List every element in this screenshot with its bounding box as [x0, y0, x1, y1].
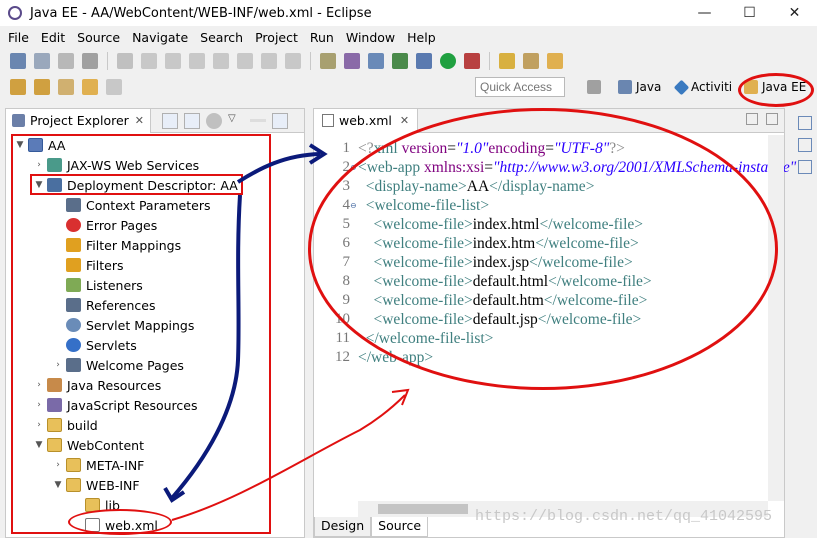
editor-bottom-tabs: Design Source — [314, 517, 429, 537]
link-with-editor-icon[interactable] — [184, 112, 201, 129]
save-all-icon[interactable] — [58, 53, 74, 69]
editor-tab-label: web.xml — [339, 113, 392, 128]
task-list-icon[interactable] — [797, 160, 812, 174]
menu-project[interactable]: Project — [249, 30, 304, 45]
watermark: https://blog.csdn.net/qq_41042595 — [475, 508, 773, 525]
project-explorer-tab[interactable]: Project Explorer ✕ — [6, 108, 152, 133]
open-perspective-icon — [587, 80, 601, 94]
deployment-descriptor-highlight-box — [30, 174, 243, 195]
line-number: 12 — [335, 349, 350, 365]
terminate-icon[interactable] — [189, 53, 205, 69]
collapse-all-icon[interactable] — [162, 112, 179, 129]
xml-file-icon — [322, 114, 334, 127]
pencil-icon[interactable] — [547, 53, 563, 69]
perspective-activiti[interactable]: Activiti — [673, 76, 733, 98]
code-highlight-ellipse — [308, 108, 778, 390]
line-number: 11 — [335, 330, 350, 346]
menu-edit[interactable]: Edit — [35, 30, 71, 45]
java-perspective-icon — [618, 80, 632, 94]
project-explorer-title: Project Explorer — [30, 113, 129, 128]
view-menu-icon[interactable]: ▽ — [228, 113, 244, 129]
open-perspective-button[interactable] — [587, 76, 605, 98]
save-icon[interactable] — [34, 53, 50, 69]
hierarchy-icon[interactable] — [797, 138, 812, 152]
menu-file[interactable]: File — [2, 30, 35, 45]
line-number: 1 — [342, 140, 351, 156]
menu-help[interactable]: Help — [401, 30, 442, 45]
maximize-editor-icon[interactable] — [766, 113, 778, 125]
editor-window-controls — [738, 113, 778, 125]
project-explorer-icon — [12, 114, 25, 127]
project-explorer-tools: ▽ — [159, 112, 291, 129]
toolbar-separator — [107, 52, 108, 70]
minimize-view-icon[interactable] — [250, 119, 267, 122]
tab-source[interactable]: Source — [371, 517, 429, 537]
open-type-icon[interactable] — [499, 53, 515, 69]
java-ee-highlight-circle — [738, 73, 814, 107]
title-bar: Java EE - AA/WebContent/WEB-INF/web.xml … — [0, 0, 817, 26]
step-over-icon[interactable] — [261, 53, 277, 69]
perspective-java-label: Java — [636, 80, 662, 94]
suspend-icon[interactable] — [165, 53, 181, 69]
minimize-editor-icon[interactable] — [746, 113, 758, 125]
right-trim-stack — [792, 112, 817, 192]
maximize-view-icon[interactable] — [272, 112, 289, 129]
globe-icon[interactable] — [416, 53, 432, 69]
tab-design[interactable]: Design — [314, 517, 372, 537]
run-icon[interactable] — [440, 53, 456, 69]
quick-access-input[interactable] — [475, 77, 565, 97]
editor-tab-web-xml[interactable]: web.xml ✕ — [314, 108, 419, 133]
close-button[interactable]: ✕ — [772, 0, 817, 26]
activiti-icon — [673, 79, 690, 95]
toolbar-separator — [489, 52, 490, 70]
close-icon[interactable]: ✕ — [400, 114, 409, 127]
step-return-icon[interactable] — [285, 53, 301, 69]
outline-icon[interactable] — [797, 116, 812, 130]
forward-icon[interactable] — [106, 79, 122, 95]
print-icon[interactable] — [82, 53, 98, 69]
minimize-button[interactable]: — — [682, 0, 727, 26]
view-filters-icon[interactable] — [206, 112, 223, 129]
main-toolbar — [0, 48, 817, 74]
menu-source[interactable]: Source — [71, 30, 126, 45]
web-xml-highlight-circle — [68, 509, 172, 535]
step-into-icon[interactable] — [237, 53, 253, 69]
close-icon[interactable]: ✕ — [135, 114, 144, 127]
next-annotation-icon[interactable] — [10, 79, 26, 95]
disconnect-icon[interactable] — [213, 53, 229, 69]
menu-bar: File Edit Source Navigate Search Project… — [0, 27, 817, 47]
menu-run[interactable]: Run — [304, 30, 340, 45]
back-icon[interactable] — [82, 79, 98, 95]
toolbar-separator — [310, 52, 311, 70]
server-icon[interactable] — [320, 53, 336, 69]
perspective-java[interactable]: Java — [618, 76, 661, 98]
project-explorer-header: Project Explorer ✕ ▽ — [6, 108, 304, 133]
new-java-project-icon[interactable] — [368, 53, 384, 69]
eclipse-logo-icon — [8, 6, 22, 20]
external-tools-icon[interactable] — [464, 53, 480, 69]
ant-icon[interactable] — [344, 53, 360, 69]
last-edit-location-icon[interactable] — [58, 79, 74, 95]
previous-annotation-icon[interactable] — [34, 79, 50, 95]
maximize-button[interactable]: ☐ — [727, 0, 772, 26]
new-icon[interactable] — [10, 53, 26, 69]
web-service-icon[interactable] — [392, 53, 408, 69]
horizontal-scroll-thumb[interactable] — [378, 504, 468, 514]
menu-search[interactable]: Search — [194, 30, 249, 45]
window-controls: — ☐ ✕ — [682, 0, 817, 26]
perspective-activiti-label: Activiti — [691, 80, 733, 94]
resume-icon[interactable] — [141, 53, 157, 69]
window-title: Java EE - AA/WebContent/WEB-INF/web.xml … — [30, 5, 372, 21]
skip-breakpoints-icon[interactable] — [117, 53, 133, 69]
menu-navigate[interactable]: Navigate — [126, 30, 194, 45]
vertical-scrollbar[interactable] — [768, 135, 784, 501]
menu-window[interactable]: Window — [340, 30, 401, 45]
search-icon[interactable] — [523, 53, 539, 69]
